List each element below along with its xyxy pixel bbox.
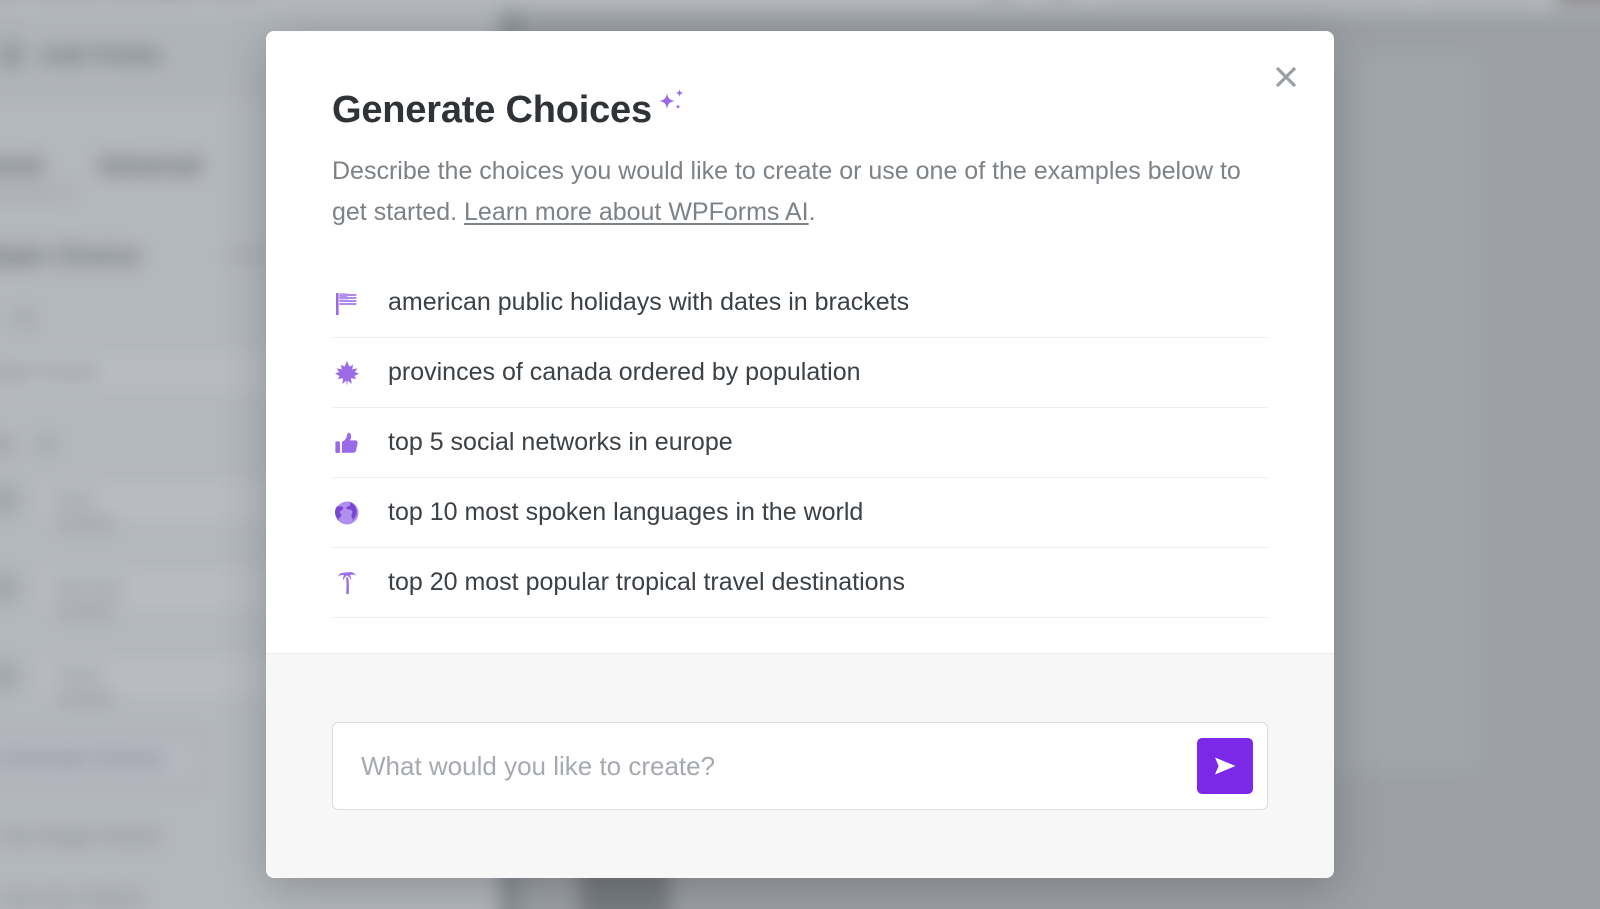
modal-footer	[266, 653, 1334, 878]
list-item[interactable]: top 20 most popular tropical travel dest…	[332, 548, 1268, 618]
prompt-input[interactable]	[333, 723, 1197, 809]
maple-leaf-icon	[332, 358, 388, 388]
list-item-label: top 5 social networks in europe	[388, 428, 733, 456]
send-icon[interactable]	[1197, 738, 1253, 794]
modal-description: Describe the choices you would like to c…	[332, 151, 1267, 232]
list-item-label: provinces of canada ordered by populatio…	[388, 358, 861, 386]
list-item[interactable]: top 10 most spoken languages in the worl…	[332, 478, 1268, 548]
list-item-label: top 10 most spoken languages in the worl…	[388, 498, 864, 526]
modal-body: Generate Choices Describe the choices yo…	[266, 31, 1334, 653]
list-item[interactable]: provinces of canada ordered by populatio…	[332, 338, 1268, 408]
list-item[interactable]: american public holidays with dates in b…	[332, 268, 1268, 338]
thumbs-up-icon	[332, 428, 388, 458]
list-item[interactable]: top 5 social networks in europe	[332, 408, 1268, 478]
description-text-after: .	[808, 197, 816, 226]
learn-more-link[interactable]: Learn more about WPForms AI	[464, 198, 809, 226]
list-item-label: american public holidays with dates in b…	[388, 288, 910, 316]
flag-usa-icon	[332, 288, 388, 318]
list-item-label: top 20 most popular tropical travel dest…	[388, 568, 905, 596]
example-prompts-list: american public holidays with dates in b…	[332, 268, 1268, 618]
modal-title-row: Generate Choices	[332, 89, 1268, 131]
globe-icon	[332, 498, 388, 528]
sparkles-icon	[654, 87, 688, 126]
generate-choices-modal: Generate Choices Describe the choices yo…	[266, 31, 1334, 878]
page-title: Generate Choices	[332, 89, 652, 131]
close-icon[interactable]	[1264, 55, 1308, 99]
palm-tree-icon	[332, 568, 388, 598]
prompt-field-wrapper	[332, 722, 1268, 810]
